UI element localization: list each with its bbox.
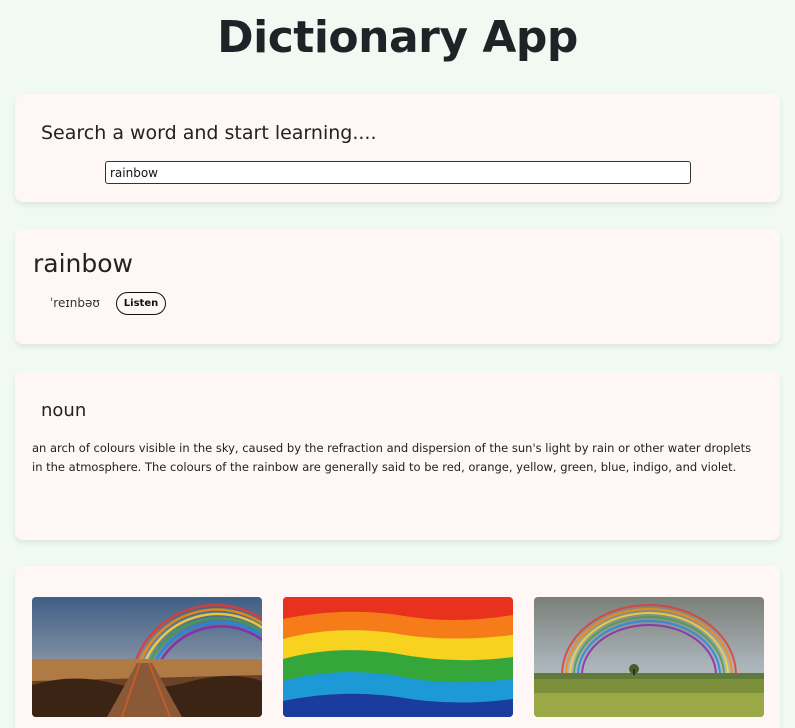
search-card: Search a word and start learning.... [15,94,780,202]
rainbow-paint-stripes-photo[interactable] [283,597,513,717]
phonetic-text: ˈreɪnbəʊ [50,296,100,310]
search-input[interactable] [105,161,691,184]
definition-card: noun an arch of colours visible in the s… [15,371,780,540]
word-card: rainbow ˈreɪnbəʊ Listen [15,229,780,344]
app-title: Dictionary App [217,12,578,63]
part-of-speech: noun [41,400,87,421]
images-card [15,566,780,728]
search-heading: Search a word and start learning.... [41,122,377,144]
definition-text: an arch of colours visible in the sky, c… [32,441,752,474]
word-heading: rainbow [33,249,133,278]
listen-button[interactable]: Listen [116,292,166,315]
rainbow-boardwalk-photo[interactable] [32,597,262,717]
rainbow-field-photo[interactable] [534,597,764,717]
